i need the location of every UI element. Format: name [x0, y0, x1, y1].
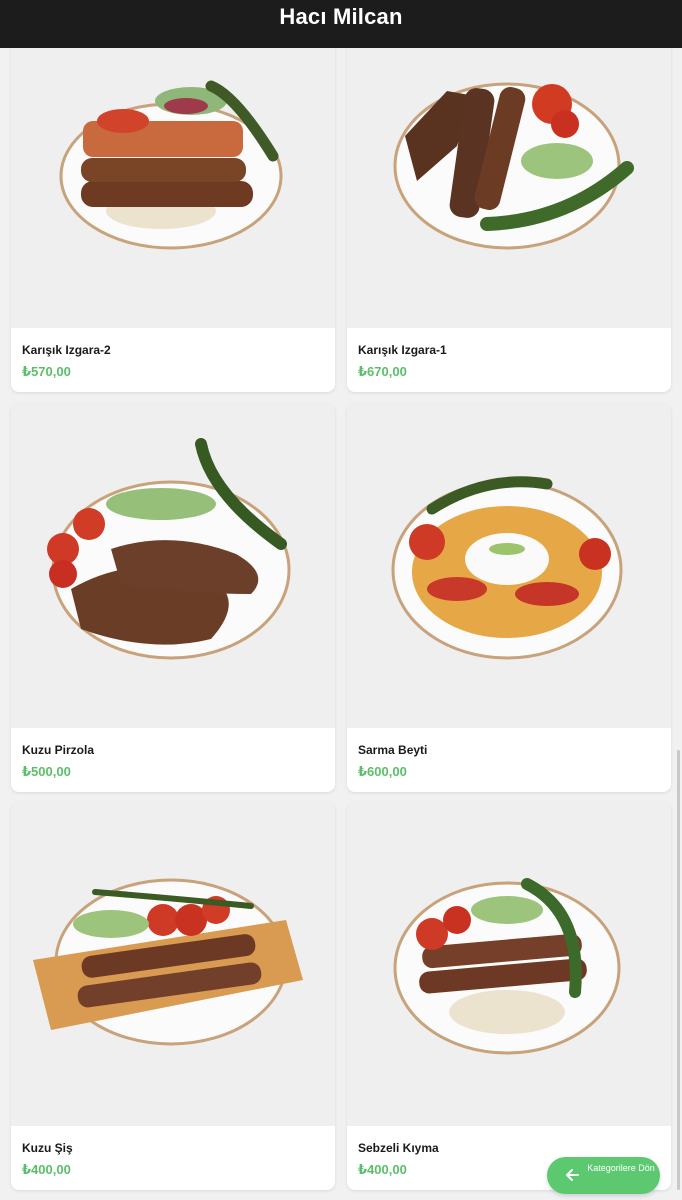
product-price: ₺500,00: [22, 764, 71, 779]
product-card[interactable]: Sarma Beyti ₺600,00: [347, 404, 671, 792]
product-card[interactable]: Karışık Izgara-1 ₺670,00: [347, 0, 671, 392]
product-image: [347, 404, 671, 728]
product-name: Karışık Izgara-2: [22, 343, 111, 357]
product-name: Karışık Izgara-1: [358, 343, 447, 357]
page-title: Hacı Milcan: [279, 4, 403, 29]
product-card[interactable]: Kuzu Şiş ₺400,00: [11, 802, 335, 1190]
product-name: Sarma Beyti: [358, 743, 428, 757]
arrow-left-icon: [566, 1169, 579, 1181]
product-price: ₺600,00: [358, 764, 407, 779]
app-header: Hacı Milcan: [0, 0, 682, 48]
product-image: [347, 0, 671, 328]
product-image: [11, 0, 335, 328]
product-price: ₺670,00: [358, 364, 407, 379]
product-card[interactable]: Karışık Izgara-2 ₺570,00: [11, 0, 335, 392]
product-card[interactable]: Kuzu Pirzola ₺500,00: [11, 404, 335, 792]
product-card[interactable]: Sebzeli Kıyma ₺400,00: [347, 802, 671, 1190]
product-name: Kuzu Şiş: [22, 1141, 73, 1155]
back-to-categories-button[interactable]: Kategorilere Dön: [547, 1157, 660, 1194]
product-price: ₺570,00: [22, 364, 71, 379]
product-name: Sebzeli Kıyma: [358, 1141, 439, 1155]
product-image: [11, 404, 335, 728]
product-grid: Karışık Izgara-2 ₺570,00 Karışık Izgara-…: [0, 0, 682, 1200]
product-price: ₺400,00: [22, 1162, 71, 1177]
back-button-label: Kategorilere Dön: [587, 1163, 655, 1173]
product-image: [347, 802, 671, 1126]
scrollbar[interactable]: [677, 750, 680, 1190]
product-name: Kuzu Pirzola: [22, 743, 95, 757]
product-image: [11, 802, 335, 1126]
